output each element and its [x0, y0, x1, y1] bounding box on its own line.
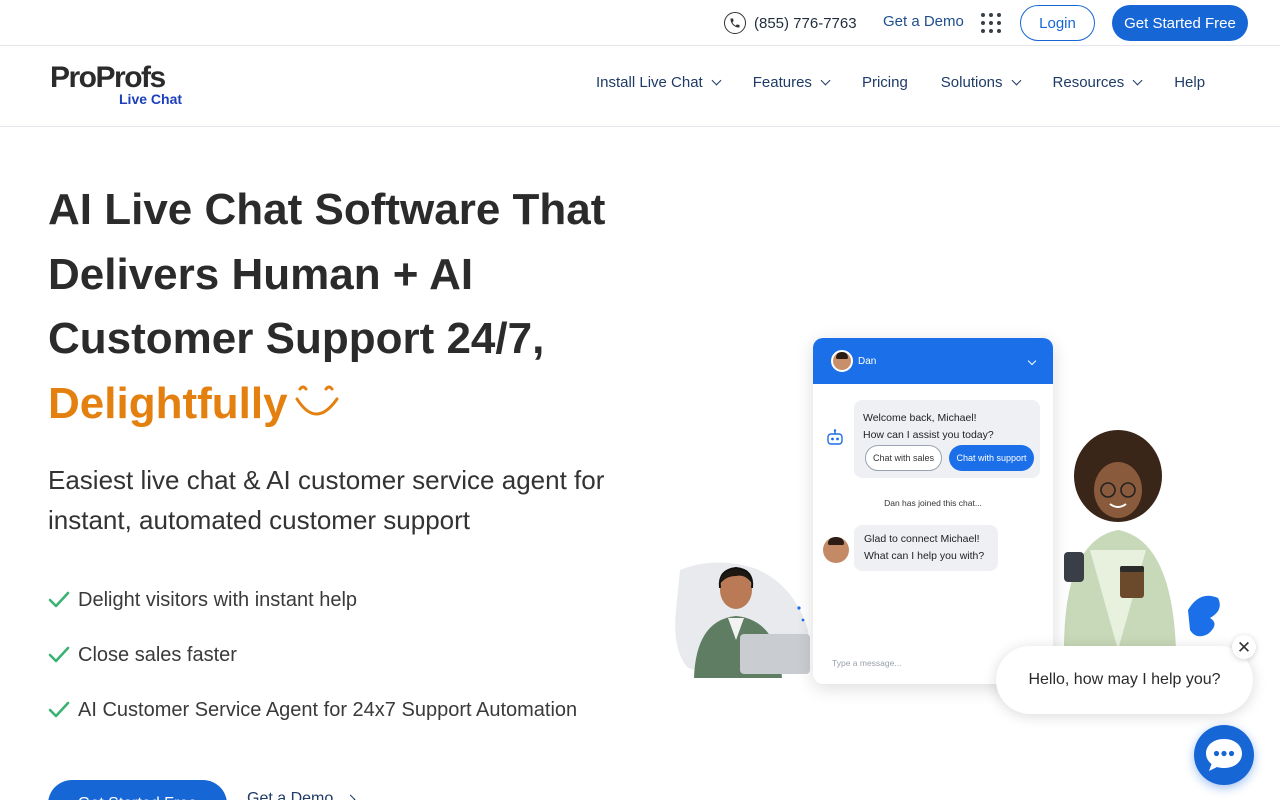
nav-item-solutions[interactable]: Solutions [940, 74, 1021, 91]
phone-icon [724, 12, 746, 34]
hero-title: AI Live Chat Software That Delivers Huma… [48, 178, 658, 436]
chat-with-sales-chip[interactable]: Chat with sales [865, 445, 942, 471]
greeting-text: Hello, how may I help you? [1028, 671, 1221, 688]
avatar [823, 537, 849, 563]
chat-with-support-chip[interactable]: Chat with support [949, 445, 1034, 471]
get-started-free-button[interactable]: Get Started Free [1112, 5, 1248, 41]
nav-item-install-live-chat[interactable]: Install Live Chat [596, 74, 722, 91]
agent-joined-notice: Dan has joined this chat... [884, 498, 982, 508]
greeting-bubble[interactable]: Hello, how may I help you? [996, 646, 1253, 714]
feature-text: Close sales faster [78, 643, 237, 666]
chat-bubble-icon [1206, 739, 1242, 771]
close-icon[interactable]: ✕ [1232, 635, 1256, 659]
agent-message-line: Glad to connect Michael! [864, 533, 980, 545]
logo-wordmark: ProProfs [50, 61, 166, 94]
nav-item-features[interactable]: Features [752, 74, 831, 91]
feature-item: Delight visitors with instant help [48, 585, 577, 615]
phone-link[interactable]: (855) 776-7763 [724, 11, 857, 35]
chevron-down-icon [1132, 75, 1143, 86]
hero-subtitle: Easiest live chat & AI customer service … [48, 465, 605, 535]
agent-with-headset-illustration [675, 562, 810, 678]
phone-number: (855) 776-7763 [754, 14, 857, 32]
nav-item-label: Features [752, 74, 812, 91]
chat-agent-name: Dan [858, 355, 877, 367]
bot-icon [827, 429, 843, 445]
nav-item-pricing[interactable]: Pricing [862, 74, 908, 91]
chevron-right-icon [345, 794, 356, 800]
agent-message: Glad to connect Michael! What can I help… [854, 525, 998, 571]
main-nav: ProProfs Live Chat Install Live Chat Fea… [0, 46, 1280, 127]
hero-get-a-demo-link[interactable]: Get a Demo [247, 790, 356, 800]
chat-launcher-button[interactable] [1194, 725, 1254, 785]
nav-item-label: Solutions [940, 74, 1003, 91]
chevron-down-icon [820, 75, 831, 86]
chat-widget-header: Dan [813, 338, 1053, 384]
smile-icon [295, 385, 339, 416]
chat-message-placeholder: Type a message... [832, 658, 902, 668]
bot-message-line: Welcome back, Michael! [863, 412, 977, 424]
apps-grid-icon[interactable] [981, 13, 1001, 33]
feature-list: Delight visitors with instant help Close… [48, 585, 577, 750]
chat-widget-preview: Dan Welcome back, Michael! How can I ass… [813, 338, 1053, 684]
check-icon [48, 646, 70, 663]
chevron-down-icon [711, 75, 722, 86]
avatar [831, 350, 853, 372]
feature-item: Close sales faster [48, 640, 577, 670]
chevron-down-icon [1011, 75, 1021, 86]
feature-text: AI Customer Service Agent for 24x7 Suppo… [78, 698, 578, 721]
agent-message-line: What can I help you with? [864, 550, 985, 562]
bot-message-line: How can I assist you today? [863, 429, 994, 441]
utility-bar: (855) 776-7763 Get a Demo Login Get Star… [0, 0, 1280, 46]
logo-product-name: Live Chat [119, 91, 183, 107]
feature-item: AI Customer Service Agent for 24x7 Suppo… [48, 695, 577, 725]
login-button[interactable]: Login [1020, 5, 1095, 41]
check-icon [48, 591, 70, 608]
proprofs-logo[interactable]: ProProfs Live Chat [50, 62, 190, 108]
feature-text: Delight visitors with instant help [78, 588, 358, 611]
hero-title-line: Delivers Human + AI [48, 249, 474, 299]
nav-item-label: Pricing [861, 74, 908, 91]
hero-title-line: Customer Support 24/7, [48, 314, 545, 363]
customer-with-phone-illustration [1064, 430, 1220, 650]
nav-menu: Install Live Chat Features Pricing Solut… [596, 74, 1238, 91]
nav-item-label: Install Live Chat [596, 74, 703, 91]
hero-title-line: AI Live Chat Software That [48, 185, 606, 234]
nav-item-label: Help [1174, 74, 1206, 91]
get-a-demo-link[interactable]: Get a Demo [883, 13, 964, 30]
chevron-down-icon [1027, 356, 1037, 366]
check-icon [48, 701, 70, 718]
nav-item-resources[interactable]: Resources [1052, 74, 1143, 91]
hero-title-accent: Delightfully [48, 378, 288, 428]
hero-demo-label: Get a Demo [247, 790, 334, 800]
nav-item-help[interactable]: Help [1174, 74, 1205, 91]
hero-get-started-button[interactable]: Get Started Free [48, 780, 227, 800]
nav-item-label: Resources [1052, 74, 1125, 91]
